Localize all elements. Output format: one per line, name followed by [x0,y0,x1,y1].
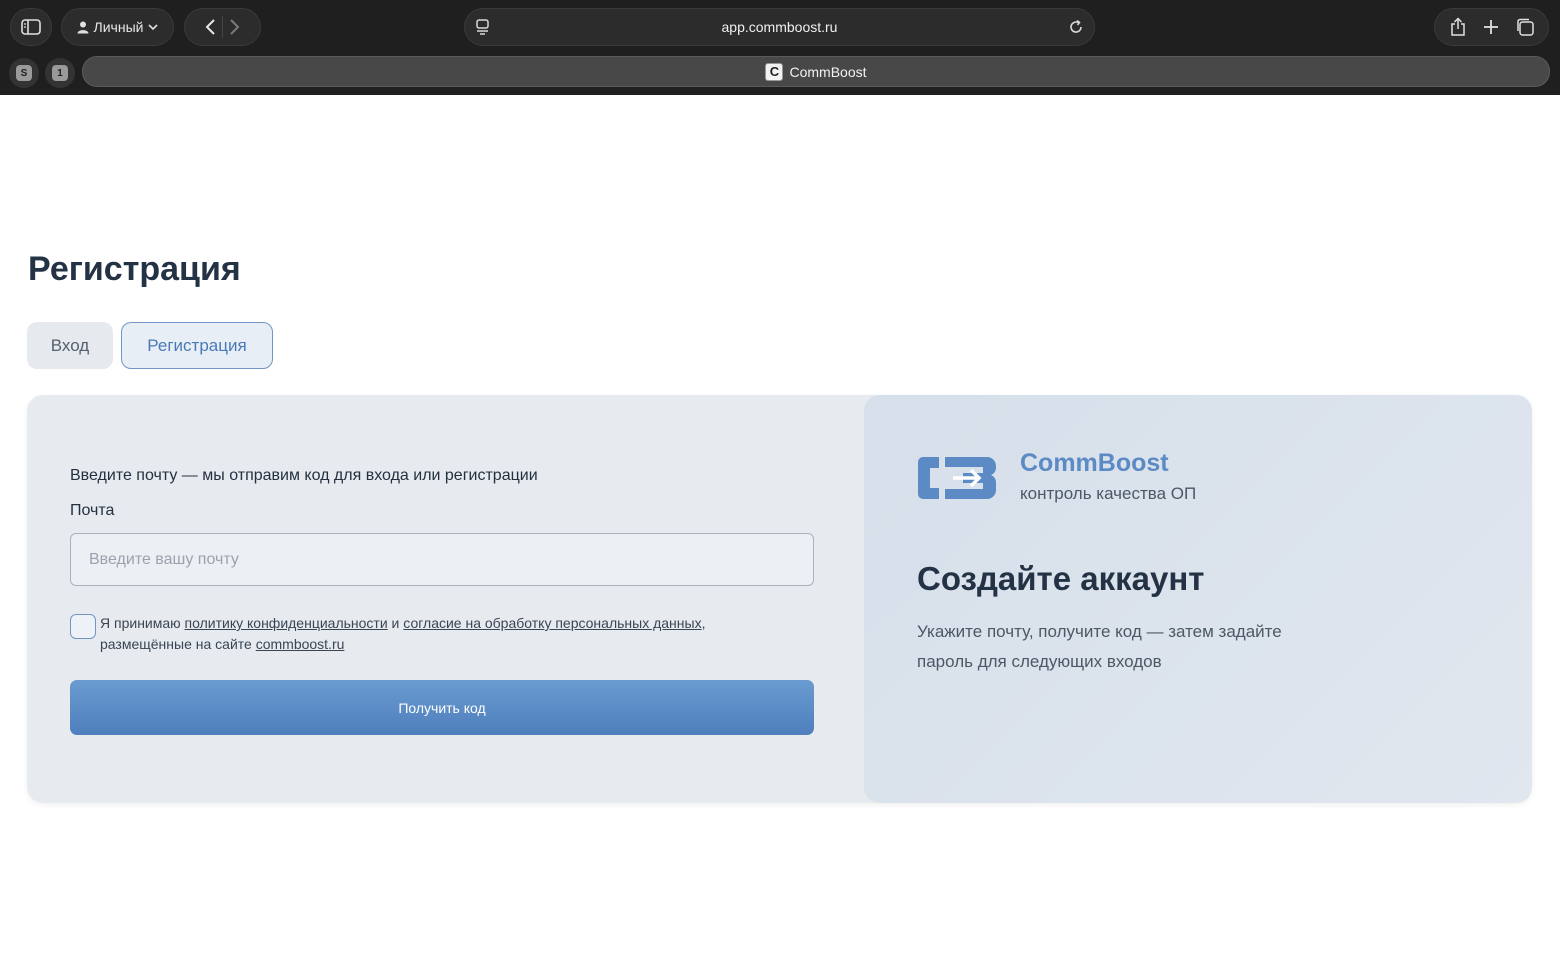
url-text: app.commboost.ru [721,19,838,35]
consent-prefix: Я принимаю [100,615,185,631]
pinned-tab-favicon: 1 [52,65,68,81]
tab-overview-icon[interactable] [1515,17,1535,37]
personal-data-consent-link[interactable]: согласие на обработку персональных данны… [403,615,701,631]
email-field[interactable] [70,533,814,586]
reload-icon[interactable] [1066,17,1086,37]
tab-bar: S 1 C CommBoost [0,55,1560,95]
consent-checkbox[interactable] [70,614,96,639]
brand-tagline: контроль качества ОП [1020,484,1197,503]
browser-toolbar: Личный app.commboost.ru [0,0,1560,54]
page-settings-icon[interactable] [473,17,493,37]
active-tab[interactable]: C CommBoost [82,56,1550,87]
promo-description: Укажите почту, получите код — затем зада… [917,622,1282,671]
auth-card: Введите почту — мы отправим код для вход… [27,395,1532,803]
forward-arrow-icon[interactable] [229,18,241,36]
active-tab-title: CommBoost [789,63,867,80]
nav-separator [222,16,223,38]
consent-and: и [387,615,404,631]
promo-panel: CommBoost контроль качества ОП Создайте … [864,395,1532,803]
tab-login[interactable]: Вход [27,322,113,369]
consent-site-prefix: размещённые на сайте [100,636,256,652]
get-code-button[interactable]: Получить код [70,680,814,735]
pinned-tab-s[interactable]: S [9,58,39,88]
pinned-tab-1[interactable]: 1 [45,58,75,88]
address-bar[interactable]: app.commboost.ru [464,8,1095,46]
profile-button[interactable]: Личный [61,8,174,46]
page-title: Регистрация [28,250,241,288]
form-intro-text: Введите почту — мы отправим код для вход… [70,467,538,484]
back-arrow-icon[interactable] [204,18,216,36]
pinned-tab-favicon: S [16,65,32,81]
commboost-favicon-icon: C [765,62,784,81]
site-link[interactable]: commboost.ru [256,636,345,652]
navigation-buttons [184,8,261,46]
browser-chrome: Личный app.commboost.ru S 1 C CommBoost [0,0,1560,95]
person-icon [77,21,89,33]
new-tab-plus-icon[interactable] [1482,18,1500,36]
commboost-logo-icon [918,457,996,499]
share-icon[interactable] [1449,17,1467,37]
chevron-down-icon [148,23,159,30]
consent-suffix: , [701,615,706,631]
promo-heading: Создайте аккаунт [917,560,1205,597]
sidebar-toggle-button[interactable] [10,8,52,46]
consent-text: Я принимаю политику конфиденциальности и… [100,613,800,655]
email-label: Почта [70,502,115,519]
brand-name: CommBoost [1020,449,1169,477]
profile-label: Личный [93,19,144,35]
privacy-policy-link[interactable]: политику конфиденциальности [185,615,388,631]
tab-register[interactable]: Регистрация [121,322,273,369]
toolbar-actions [1434,8,1549,46]
sidebar-icon [21,19,41,35]
